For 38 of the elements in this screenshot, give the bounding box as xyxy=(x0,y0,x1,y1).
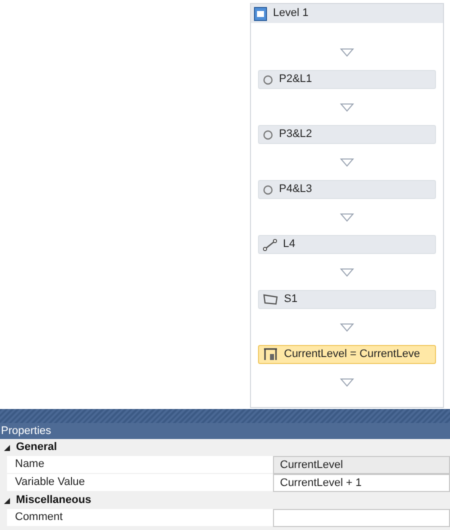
category-label: General xyxy=(16,440,57,456)
activity-block[interactable]: P3&L2 xyxy=(258,125,436,144)
arrow-down-icon xyxy=(340,322,354,332)
property-name: Comment xyxy=(7,509,273,527)
activity-label: CurrentLevel = CurrentLeve xyxy=(284,347,420,362)
collapse-triangle-icon[interactable] xyxy=(4,498,10,504)
property-name: Variable Value xyxy=(7,474,273,492)
property-value-field[interactable]: CurrentLevel xyxy=(273,456,450,474)
activity-label: P2&L1 xyxy=(279,72,312,88)
activity-block[interactable]: S1 xyxy=(258,290,436,309)
arrow-down-icon xyxy=(340,102,354,112)
sequence-icon xyxy=(254,6,267,20)
activity-block[interactable]: P4&L3 xyxy=(258,180,436,199)
activity-block[interactable]: CurrentLevel = CurrentLeve xyxy=(258,345,436,364)
line-icon xyxy=(263,238,277,250)
arrow-down-icon xyxy=(340,48,354,56)
arrow-down-icon xyxy=(340,268,354,276)
properties-title: Properties xyxy=(1,424,52,439)
circle-icon xyxy=(263,130,273,140)
circle-icon xyxy=(263,184,273,194)
assign-icon xyxy=(263,348,278,361)
property-value-field[interactable] xyxy=(273,509,450,527)
activity-label: P3&L2 xyxy=(279,127,312,142)
property-name: Name xyxy=(7,456,273,474)
activity-label: S1 xyxy=(284,292,298,308)
activity-label: P4&L3 xyxy=(279,182,312,198)
arrow-down-icon xyxy=(340,158,354,166)
quadrilateral-icon xyxy=(263,294,278,305)
activity-block[interactable]: P2&L1 xyxy=(258,70,436,89)
collapse-triangle-icon[interactable] xyxy=(4,444,10,450)
circle-icon xyxy=(263,74,273,84)
activity-block[interactable]: L4 xyxy=(258,235,436,254)
property-value-field[interactable]: CurrentLevel + 1 xyxy=(273,474,450,492)
arrow-down-icon xyxy=(340,378,354,386)
activity-label: L4 xyxy=(283,237,296,252)
category-label: Miscellaneous xyxy=(16,493,92,508)
arrow-down-icon xyxy=(340,212,354,222)
sequence-title: Level 1 xyxy=(273,6,308,22)
